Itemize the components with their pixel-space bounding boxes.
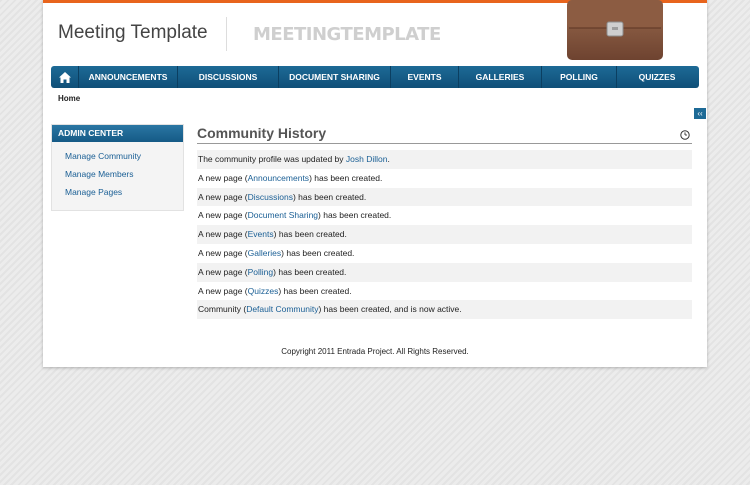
history-link[interactable]: Events: [248, 229, 274, 239]
nav-home[interactable]: [51, 66, 79, 88]
main-content: Community History The community profile …: [197, 124, 692, 320]
page-container: Meeting Template MEETINGTEMPLATE ANNOUNC…: [43, 0, 707, 367]
nav-announcements[interactable]: ANNOUNCEMENTS: [79, 66, 178, 88]
history-row: A new page (Events) has been created.: [197, 225, 692, 244]
history-link[interactable]: Default Community: [246, 304, 318, 314]
breadcrumb[interactable]: Home: [58, 94, 80, 103]
nav-discussions[interactable]: DISCUSSIONS: [178, 66, 279, 88]
history-link[interactable]: Polling: [248, 267, 274, 277]
history-row: A new page (Quizzes) has been created.: [198, 285, 352, 296]
history-link[interactable]: Josh Dillon: [346, 154, 388, 164]
history-row: The community profile was updated by Jos…: [197, 150, 692, 169]
header: Meeting Template MEETINGTEMPLATE: [43, 0, 707, 63]
nav-events[interactable]: EVENTS: [391, 66, 459, 88]
header-divider: [226, 17, 227, 51]
history-row: A new page (Document Sharing) has been c…: [198, 210, 392, 221]
history-link[interactable]: Galleries: [248, 248, 282, 258]
admin-center-header: ADMIN CENTER: [52, 125, 183, 142]
history-row: A new page (Galleries) has been created.: [198, 247, 355, 258]
history-link[interactable]: Document Sharing: [248, 210, 318, 220]
main-title-row: Community History: [197, 124, 692, 144]
site-logo-text: MEETINGTEMPLATE: [253, 24, 441, 45]
history-row: Community (Default Community) has been c…: [197, 300, 692, 320]
page-title: Community History: [197, 125, 327, 141]
history-row: A new page (Polling) has been created.: [197, 262, 692, 282]
main-nav: ANNOUNCEMENTS DISCUSSIONS DOCUMENT SHARI…: [51, 66, 699, 88]
admin-center-list: Manage Community Manage Members Manage P…: [52, 142, 183, 204]
admin-center-panel: ADMIN CENTER Manage Community Manage Mem…: [51, 124, 184, 211]
history-row: A new page (Discussions) has been create…: [197, 187, 692, 207]
history-list: The community profile was updated by Jos…: [197, 150, 692, 320]
history-row: A new page (Announcements) has been crea…: [198, 172, 383, 183]
nav-document-sharing[interactable]: DOCUMENT SHARING: [279, 66, 391, 88]
history-link[interactable]: Quizzes: [248, 286, 279, 296]
nav-galleries[interactable]: GALLERIES: [459, 66, 542, 88]
history-link[interactable]: Announcements: [248, 173, 309, 183]
clock-icon[interactable]: [680, 130, 690, 140]
site-title[interactable]: Meeting Template: [58, 22, 208, 44]
nav-quizzes[interactable]: QUIZZES: [617, 66, 697, 88]
briefcase-icon: [567, 0, 663, 60]
nav-polling[interactable]: POLLING: [542, 66, 617, 88]
collapse-sidebar-button[interactable]: ‹‹: [694, 108, 706, 119]
sidebar-item-manage-members[interactable]: Manage Members: [65, 168, 183, 186]
sidebar-item-manage-community[interactable]: Manage Community: [65, 150, 183, 168]
home-icon: [58, 71, 71, 83]
history-link[interactable]: Discussions: [248, 192, 293, 202]
footer-copyright: Copyright 2011 Entrada Project. All Righ…: [281, 347, 469, 356]
sidebar-item-manage-pages[interactable]: Manage Pages: [65, 186, 183, 204]
